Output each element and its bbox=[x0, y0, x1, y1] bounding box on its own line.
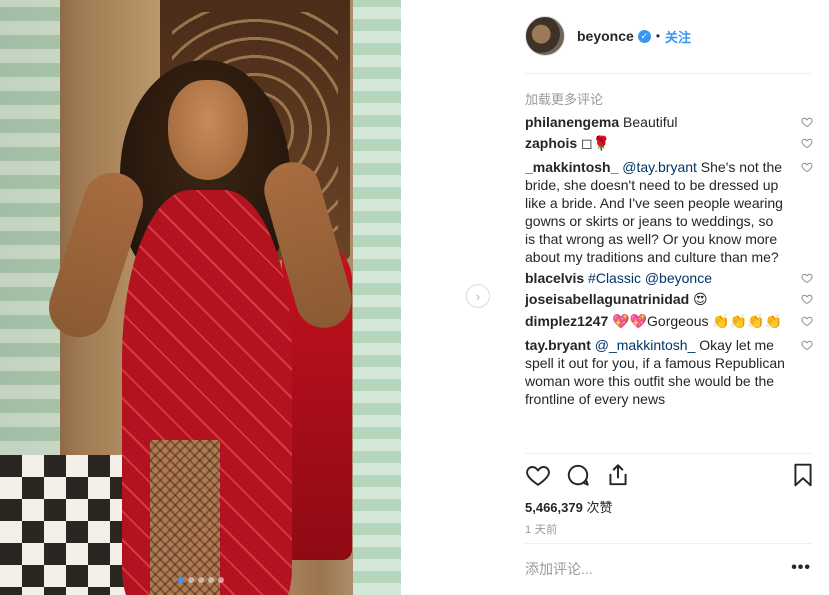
carousel-indicator bbox=[0, 577, 401, 583]
post-header: beyonce ✓ • 关注 bbox=[525, 14, 813, 58]
divider bbox=[525, 453, 812, 454]
divider bbox=[525, 543, 812, 544]
post-username[interactable]: beyonce bbox=[577, 28, 634, 44]
comment-username[interactable]: zaphois bbox=[525, 135, 577, 151]
comments-list[interactable]: philanengema Beautiful zaphois ◻🌹 _makkint… bbox=[525, 113, 813, 453]
comment-item: blacelvis #Classic @beyonce bbox=[525, 269, 813, 287]
action-bar bbox=[525, 462, 813, 490]
more-options-button[interactable]: ••• bbox=[791, 559, 811, 577]
comment-text: ◻🌹 bbox=[577, 135, 611, 151]
avatar[interactable] bbox=[525, 16, 565, 56]
post-side-panel: beyonce ✓ • 关注 加载更多评论 philanengema Beaut… bbox=[525, 0, 813, 595]
likes-unit: 次赞 bbox=[586, 500, 613, 515]
carousel-dot bbox=[207, 577, 214, 583]
comment-like-heart-icon[interactable] bbox=[801, 272, 813, 284]
carousel-dot bbox=[177, 577, 184, 583]
comment-text: Beautiful bbox=[619, 114, 678, 130]
load-more-comments-link[interactable]: 加载更多评论 bbox=[525, 89, 603, 108]
carousel-next-button[interactable]: › bbox=[466, 284, 490, 308]
comment-icon[interactable] bbox=[565, 462, 591, 488]
comment-mention-link[interactable]: #Classic bbox=[588, 270, 641, 286]
comment-item: philanengema Beautiful bbox=[525, 113, 813, 131]
likes-count[interactable]: 5,466,379 次赞 bbox=[525, 497, 612, 516]
add-comment-input[interactable] bbox=[525, 561, 765, 577]
comment-username[interactable]: blacelvis bbox=[525, 270, 584, 286]
comment-mention-link[interactable]: @tay.bryant bbox=[622, 159, 697, 175]
comment-like-heart-icon[interactable] bbox=[801, 339, 813, 351]
comment-username[interactable]: philanengema bbox=[525, 114, 619, 130]
comment-text: 😍 bbox=[689, 291, 708, 307]
verified-badge-icon: ✓ bbox=[637, 29, 651, 43]
comment-username[interactable]: tay.bryant bbox=[525, 337, 591, 353]
comment-username[interactable]: dimplez1247 bbox=[525, 313, 608, 329]
share-icon[interactable] bbox=[605, 462, 631, 488]
photo-subject bbox=[41, 40, 359, 595]
carousel-dot bbox=[197, 577, 204, 583]
chevron-right-icon: › bbox=[475, 288, 481, 304]
post-photo[interactable] bbox=[0, 0, 401, 595]
comment-like-heart-icon[interactable] bbox=[801, 137, 813, 149]
instagram-post-view: › beyonce ✓ • 关注 加载更多评论 philanengema Bea… bbox=[0, 0, 829, 595]
carousel-dot bbox=[187, 577, 194, 583]
comment-item: tay.bryant @_makkintosh_ Okay let me spe… bbox=[525, 336, 813, 408]
header-separator: • bbox=[655, 29, 661, 43]
carousel-dot bbox=[217, 577, 224, 583]
heart-icon[interactable] bbox=[525, 462, 551, 488]
comment-mention-link[interactable]: @_makkintosh_ bbox=[595, 337, 696, 353]
comment-like-heart-icon[interactable] bbox=[801, 161, 813, 173]
post-timestamp[interactable]: 1 天前 bbox=[525, 521, 557, 537]
comment-like-heart-icon[interactable] bbox=[801, 315, 813, 327]
divider bbox=[525, 73, 812, 74]
follow-button[interactable]: 关注 bbox=[665, 27, 691, 46]
comment-like-heart-icon[interactable] bbox=[801, 293, 813, 305]
bookmark-icon[interactable] bbox=[790, 462, 816, 488]
comment-item: dimplez1247 💖💖Gorgeous 👏👏👏👏 bbox=[525, 312, 813, 330]
comment-like-heart-icon[interactable] bbox=[801, 116, 813, 128]
comment-item: _makkintosh_ @tay.bryant She's not the b… bbox=[525, 158, 813, 266]
comment-text: 💖💖Gorgeous 👏👏👏👏 bbox=[608, 313, 783, 329]
comment-mention-link[interactable]: @beyonce bbox=[645, 270, 712, 286]
comment-username[interactable]: joseisabellagunatrinidad bbox=[525, 291, 689, 307]
comment-item: joseisabellagunatrinidad 😍 bbox=[525, 290, 813, 308]
comment-item: zaphois ◻🌹 bbox=[525, 134, 813, 152]
comment-username[interactable]: _makkintosh_ bbox=[525, 159, 618, 175]
likes-number: 5,466,379 bbox=[525, 500, 583, 515]
